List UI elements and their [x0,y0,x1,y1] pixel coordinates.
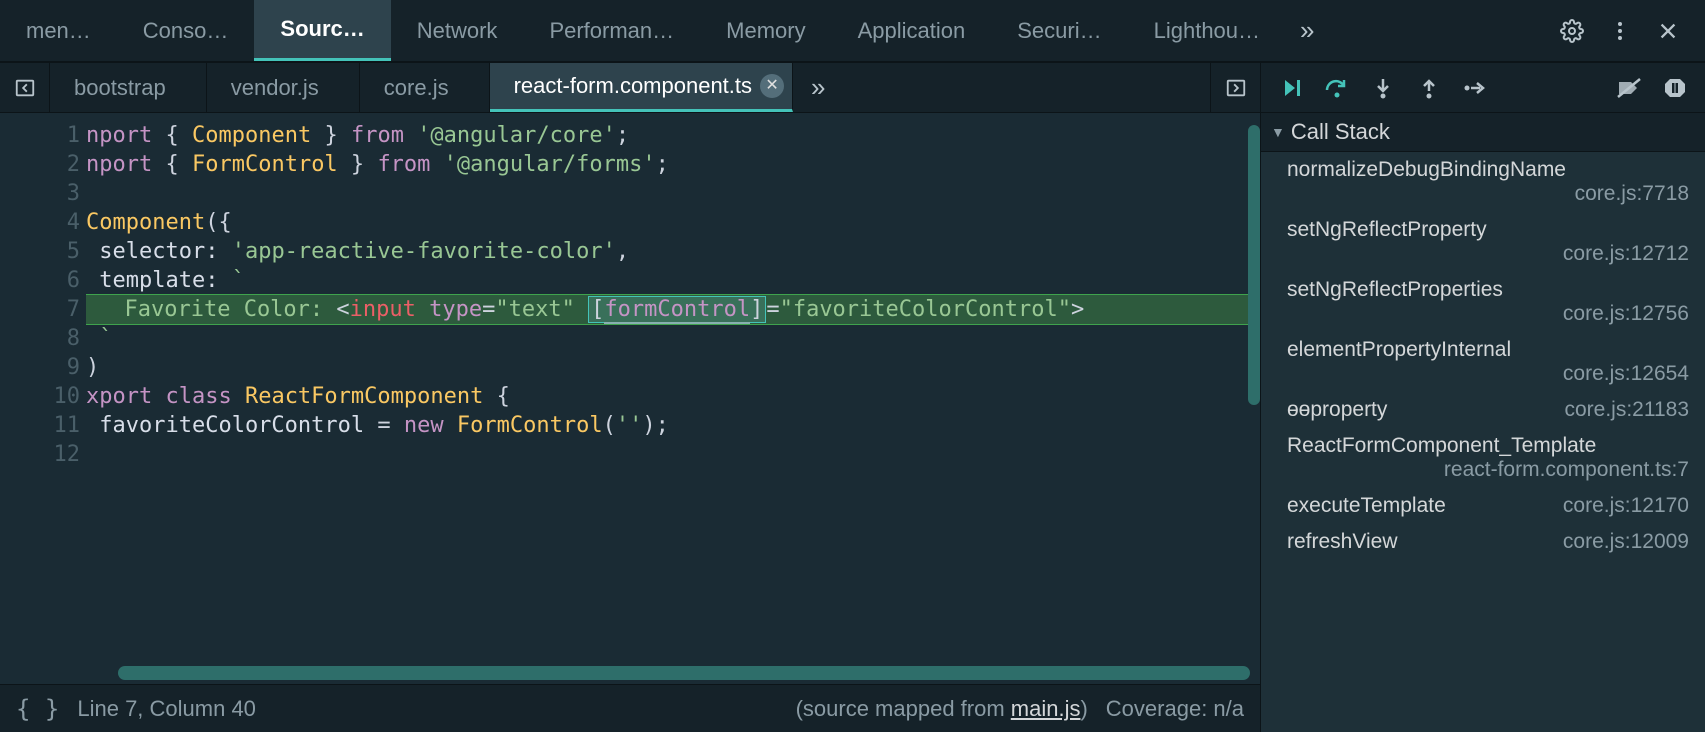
file-tabs: bootstrap vendor.js core.js react-form.comp… [0,63,1260,113]
source-mapped-info: (source mapped from main.js) [796,696,1088,722]
code-line[interactable]: xport class ReactFormComponent { [86,382,1260,411]
tabs-overflow-button[interactable]: » [1286,15,1328,46]
resume-icon[interactable] [1269,68,1313,108]
code-line[interactable]: Component({ [86,208,1260,237]
vertical-scrollbar[interactable] [1248,125,1260,405]
close-tab-icon[interactable]: ✕ [760,74,784,98]
debugger-toolbar [1261,63,1705,113]
stack-frame-location: core.js:12654 [1287,362,1689,386]
main-tab[interactable]: Application [832,0,992,61]
editor-statusbar: { } Line 7, Column 40 (source mapped fro… [0,684,1260,732]
stack-frame[interactable]: ɵɵproperty core.js:21183 [1261,392,1705,428]
file-nav-next-icon[interactable] [1210,63,1260,112]
kebab-menu-icon[interactable] [1599,10,1641,52]
coverage-info: Coverage: n/a [1106,696,1244,722]
source-map-link[interactable]: main.js [1011,696,1081,721]
main-tab[interactable]: Securi [991,0,1127,61]
sources-panel: bootstrap vendor.js core.js react-form.comp… [0,63,1261,732]
line-gutter: 123456789101112 [0,113,86,662]
code-line[interactable] [86,179,1260,208]
code-line[interactable]: selector: 'app-reactive-favorite-color', [86,237,1260,266]
file-tabs-overflow-icon[interactable]: » [793,72,843,103]
stack-frame[interactable]: executeTemplate core.js:12170 [1261,488,1705,524]
step-icon[interactable] [1453,68,1497,108]
stack-frame-function: normalizeDebugBindingName [1287,158,1689,182]
main-tab[interactable]: Performan [523,0,700,61]
call-stack-list: normalizeDebugBindingNamecore.js:7718set… [1261,152,1705,732]
stack-frame[interactable]: elementPropertyInternalcore.js:12654 [1261,332,1705,392]
horizontal-scrollbar-track [0,662,1260,684]
code-line[interactable] [86,440,1260,469]
file-tab-label: core.js [384,75,449,101]
main-tab[interactable]: Lighthou [1128,0,1286,61]
devtools-main-tabs: menConsoSourcNetworkPerformanMemoryAppli… [0,0,1705,62]
code-line-highlighted[interactable]: Favorite Color: <input type="text" [form… [86,295,1260,324]
close-devtools-icon[interactable] [1647,10,1689,52]
code-content[interactable]: nport { Component } from '@angular/core'… [86,113,1260,662]
code-editor[interactable]: 123456789101112 nport { Component } from… [0,113,1260,662]
code-line[interactable]: nport { Component } from '@angular/core'… [86,121,1260,150]
code-line[interactable]: template: ` [86,266,1260,295]
horizontal-scrollbar[interactable] [118,666,1250,680]
stack-frame[interactable]: setNgReflectPropertiescore.js:12756 [1261,272,1705,332]
call-stack-title: Call Stack [1291,119,1390,145]
file-tab-label: bootstrap [74,75,166,101]
main-tab[interactable]: Sourc [254,0,390,61]
main-tab[interactable]: men [0,0,117,61]
stack-frame[interactable]: ReactFormComponent_Templatereact-form.co… [1261,428,1705,488]
stack-frame-location: core.js:12756 [1287,302,1689,326]
file-tab[interactable]: bootstrap [50,63,207,112]
stack-frame-function: executeTemplate [1287,494,1446,518]
file-tab[interactable]: vendor.js [207,63,360,112]
stack-frame-location: react-form.component.ts:7 [1287,458,1689,482]
step-over-icon[interactable] [1315,68,1359,108]
code-line[interactable]: favoriteColorControl = new FormControl('… [86,411,1260,440]
stack-frame-function: setNgReflectProperties [1287,278,1689,302]
main-tab[interactable]: Memory [700,0,831,61]
stack-frame[interactable]: refreshView core.js:12009 [1261,524,1705,560]
stack-frame-location: core.js:12009 [1563,530,1689,554]
pause-on-exceptions-icon[interactable] [1653,68,1697,108]
stack-frame-function: ɵɵproperty [1287,398,1387,422]
file-tab-label: vendor.js [231,75,319,101]
code-line[interactable]: nport { FormControl } from '@angular/for… [86,150,1260,179]
deactivate-breakpoints-icon[interactable] [1607,68,1651,108]
main-tab[interactable]: Network [391,0,524,61]
step-into-icon[interactable] [1361,68,1405,108]
call-stack-header[interactable]: ▼ Call Stack [1261,113,1705,152]
file-tab-label: react-form.component.ts [514,73,752,99]
stack-frame[interactable]: normalizeDebugBindingNamecore.js:7718 [1261,152,1705,212]
code-line[interactable]: ` [86,324,1260,353]
file-nav-prev-icon[interactable] [0,63,50,112]
step-out-icon[interactable] [1407,68,1451,108]
stack-frame-location: core.js:12712 [1287,242,1689,266]
stack-frame-function: elementPropertyInternal [1287,338,1689,362]
stack-frame-function: setNgReflectProperty [1287,218,1689,242]
code-line[interactable]: ) [86,353,1260,382]
stack-frame-location: core.js:7718 [1287,182,1689,206]
settings-icon[interactable] [1551,10,1593,52]
stack-frame-function: refreshView [1287,530,1398,554]
stack-frame-location: core.js:12170 [1563,494,1689,518]
expand-triangle-icon: ▼ [1271,124,1285,140]
stack-frame-location: core.js:21183 [1564,398,1689,422]
cursor-position: Line 7, Column 40 [77,696,256,722]
file-tab[interactable]: core.js [360,63,490,112]
main-tab[interactable]: Conso [117,0,255,61]
pretty-print-icon[interactable]: { } [16,695,59,723]
debugger-panel: ▼ Call Stack normalizeDebugBindingNameco… [1261,63,1705,732]
stack-frame[interactable]: setNgReflectPropertycore.js:12712 [1261,212,1705,272]
file-tab[interactable]: react-form.component.ts ✕ [490,63,793,112]
stack-frame-function: ReactFormComponent_Template [1287,434,1689,458]
